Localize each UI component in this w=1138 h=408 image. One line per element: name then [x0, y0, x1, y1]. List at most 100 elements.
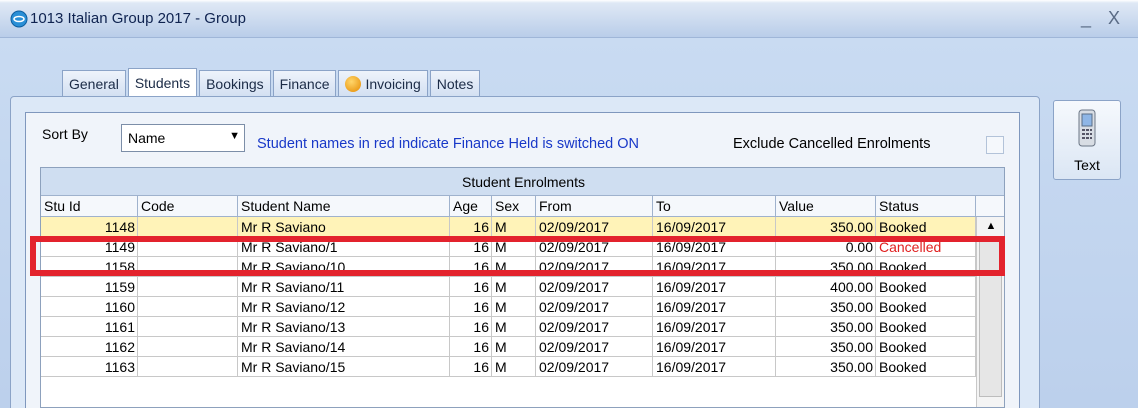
cell-from[interactable]: 02/09/2017 [536, 357, 653, 377]
cell-value[interactable]: 350.00 [776, 257, 876, 277]
cell-sex[interactable]: M [492, 217, 536, 237]
table-row[interactable]: 1158 Mr R Saviano/10 16 M 02/09/2017 16/09/20… [41, 257, 976, 277]
table-row[interactable]: 1161 Mr R Saviano/13 16 M 02/09/2017 16/09/20… [41, 317, 976, 337]
cell-age[interactable]: 16 [450, 337, 492, 357]
cell-stu-id[interactable]: 1160 [41, 297, 138, 317]
cell-stu-id[interactable]: 1161 [41, 317, 138, 337]
column-header-code[interactable]: Code [138, 196, 238, 217]
cell-to[interactable]: 16/09/2017 [653, 297, 776, 317]
column-header-stu-id[interactable]: Stu Id [41, 196, 138, 217]
cell-student-name[interactable]: Mr R Saviano/13 [238, 317, 450, 337]
cell-code[interactable] [138, 337, 238, 357]
table-row[interactable]: 1149 Mr R Saviano/1 16 M 02/09/2017 16/09/201… [41, 237, 976, 257]
cell-status[interactable]: Cancelled [876, 237, 976, 257]
column-header-student-name[interactable]: Student Name [238, 196, 450, 217]
cell-code[interactable] [138, 237, 238, 257]
cell-value[interactable]: 350.00 [776, 217, 876, 237]
cell-status[interactable]: Booked [876, 277, 976, 297]
cell-age[interactable]: 16 [450, 237, 492, 257]
cell-from[interactable]: 02/09/2017 [536, 317, 653, 337]
text-button[interactable]: Text [1053, 100, 1121, 180]
cell-value[interactable]: 350.00 [776, 357, 876, 377]
cell-student-name[interactable]: Mr R Saviano/10 [238, 257, 450, 277]
cell-from[interactable]: 02/09/2017 [536, 237, 653, 257]
exclude-cancelled-checkbox[interactable] [986, 136, 1004, 154]
cell-sex[interactable]: M [492, 257, 536, 277]
tab-general[interactable]: General [62, 70, 126, 96]
cell-status[interactable]: Booked [876, 317, 976, 337]
cell-student-name[interactable]: Mr R Saviano [238, 217, 450, 237]
column-header-sex[interactable]: Sex [492, 196, 536, 217]
cell-from[interactable]: 02/09/2017 [536, 277, 653, 297]
cell-value[interactable]: 350.00 [776, 297, 876, 317]
cell-to[interactable]: 16/09/2017 [653, 317, 776, 337]
cell-sex[interactable]: M [492, 277, 536, 297]
cell-status[interactable]: Booked [876, 297, 976, 317]
cell-from[interactable]: 02/09/2017 [536, 297, 653, 317]
close-button[interactable]: X [1100, 4, 1128, 32]
cell-status[interactable]: Booked [876, 357, 976, 377]
column-header-status[interactable]: Status [876, 196, 976, 217]
cell-sex[interactable]: M [492, 237, 536, 257]
cell-status[interactable]: Booked [876, 257, 976, 277]
cell-to[interactable]: 16/09/2017 [653, 357, 776, 377]
cell-to[interactable]: 16/09/2017 [653, 237, 776, 257]
cell-value[interactable]: 400.00 [776, 277, 876, 297]
table-row[interactable]: 1163 Mr R Saviano/15 16 M 02/09/2017 16/09/20… [41, 357, 976, 377]
column-header-value[interactable]: Value [776, 196, 876, 217]
cell-code[interactable] [138, 257, 238, 277]
chevron-down-icon[interactable]: ▼ [229, 130, 240, 142]
tab-bookings[interactable]: Bookings [199, 70, 271, 96]
cell-code[interactable] [138, 297, 238, 317]
cell-age[interactable]: 16 [450, 357, 492, 377]
vertical-scrollbar[interactable]: ▲ [976, 217, 1004, 407]
cell-stu-id[interactable]: 1159 [41, 277, 138, 297]
cell-from[interactable]: 02/09/2017 [536, 337, 653, 357]
cell-value[interactable]: 0.00 [776, 237, 876, 257]
cell-student-name[interactable]: Mr R Saviano/1 [238, 237, 450, 257]
scroll-up-icon[interactable]: ▲ [977, 217, 1004, 235]
cell-code[interactable] [138, 277, 238, 297]
cell-from[interactable]: 02/09/2017 [536, 217, 653, 237]
cell-value[interactable]: 350.00 [776, 317, 876, 337]
minimize-button[interactable]: _ [1074, 4, 1098, 32]
cell-student-name[interactable]: Mr R Saviano/12 [238, 297, 450, 317]
cell-status[interactable]: Booked [876, 217, 976, 237]
column-header-to[interactable]: To [653, 196, 776, 217]
tab-finance[interactable]: Finance [272, 70, 337, 96]
cell-sex[interactable]: M [492, 297, 536, 317]
cell-status[interactable]: Booked [876, 337, 976, 357]
scrollbar-thumb[interactable] [979, 237, 1002, 397]
cell-sex[interactable]: M [492, 337, 536, 357]
cell-age[interactable]: 16 [450, 317, 492, 337]
column-header-age[interactable]: Age [450, 196, 492, 217]
cell-stu-id[interactable]: 1163 [41, 357, 138, 377]
cell-age[interactable]: 16 [450, 277, 492, 297]
cell-from[interactable]: 02/09/2017 [536, 257, 653, 277]
sort-by-dropdown[interactable]: Name ▼ [121, 124, 245, 152]
cell-to[interactable]: 16/09/2017 [653, 277, 776, 297]
cell-stu-id[interactable]: 1149 [41, 237, 138, 257]
table-row[interactable]: 1159 Mr R Saviano/11 16 M 02/09/2017 16/09/20… [41, 277, 976, 297]
table-row[interactable]: 1160 Mr R Saviano/12 16 M 02/09/2017 16/09/20… [41, 297, 976, 317]
table-row[interactable]: 1162 Mr R Saviano/14 16 M 02/09/2017 16/09/20… [41, 337, 976, 357]
cell-stu-id[interactable]: 1158 [41, 257, 138, 277]
cell-student-name[interactable]: Mr R Saviano/11 [238, 277, 450, 297]
cell-to[interactable]: 16/09/2017 [653, 257, 776, 277]
cell-to[interactable]: 16/09/2017 [653, 337, 776, 357]
cell-sex[interactable]: M [492, 357, 536, 377]
cell-student-name[interactable]: Mr R Saviano/14 [238, 337, 450, 357]
cell-age[interactable]: 16 [450, 297, 492, 317]
cell-stu-id[interactable]: 1148 [41, 217, 138, 237]
cell-code[interactable] [138, 317, 238, 337]
column-header-from[interactable]: From [536, 196, 653, 217]
cell-code[interactable] [138, 217, 238, 237]
tab-notes[interactable]: Notes [429, 70, 481, 96]
table-row[interactable]: 1148 Mr R Saviano 16 M 02/09/2017 16/09/2017 3… [41, 217, 976, 237]
cell-to[interactable]: 16/09/2017 [653, 217, 776, 237]
cell-sex[interactable]: M [492, 317, 536, 337]
cell-code[interactable] [138, 357, 238, 377]
cell-student-name[interactable]: Mr R Saviano/15 [238, 357, 450, 377]
cell-age[interactable]: 16 [450, 257, 492, 277]
tab-invoicing[interactable]: Invoicing [338, 70, 428, 96]
